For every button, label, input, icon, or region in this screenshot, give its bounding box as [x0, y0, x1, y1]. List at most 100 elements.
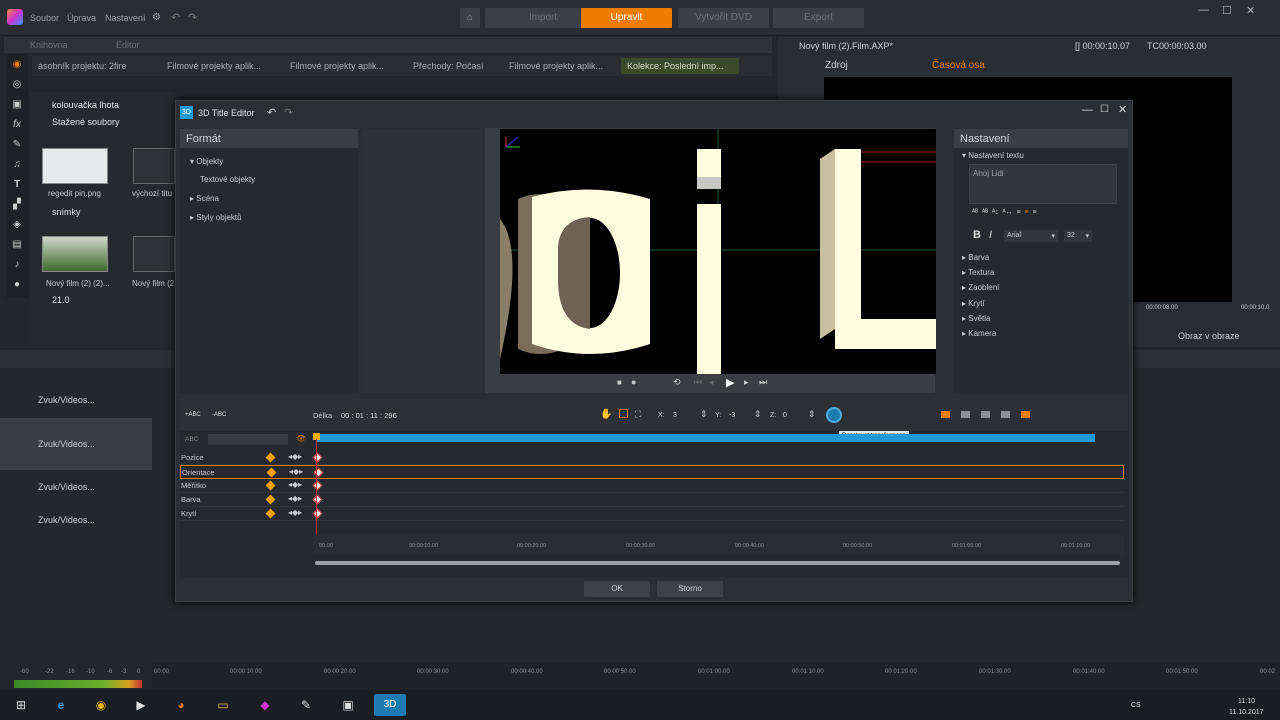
keyframe-nav-icon[interactable]: ◂◆▸: [288, 480, 302, 489]
remove-text-button[interactable]: -ABC: [212, 412, 226, 418]
skip-start-icon[interactable]: ⏮: [694, 377, 702, 388]
hand-icon[interactable]: ✋: [600, 409, 612, 420]
text-settings-toggle[interactable]: ▾ Nastavení textu: [962, 151, 1024, 160]
tab-casova-osa[interactable]: Časová osa: [932, 60, 985, 71]
dialog-maximize-button[interactable]: ☐: [1100, 104, 1109, 115]
track-row[interactable]: Měřítko ◂◆▸: [180, 479, 1124, 493]
orange-tool-icon[interactable]: [941, 411, 950, 418]
start-icon[interactable]: ⊞: [8, 694, 34, 716]
3d-title-app-icon[interactable]: 3D: [374, 694, 406, 716]
layer-tool3-icon[interactable]: [1001, 411, 1010, 418]
keyframe-diamond[interactable]: [265, 508, 276, 519]
scale-icon[interactable]: ⛶: [635, 409, 641, 420]
uppercase-icon[interactable]: ᴬᴮ: [972, 209, 978, 216]
text-icon[interactable]: T: [11, 179, 23, 191]
doc-tab-0[interactable]: ásobník projektu: 2fire: [32, 58, 150, 74]
tab-zdroj[interactable]: Zdroj: [825, 60, 848, 71]
doc-tab-1[interactable]: Filmové projekty aplik...: [161, 58, 279, 74]
align-right-icon[interactable]: ≡: [1033, 209, 1037, 216]
disc2-icon[interactable]: ●: [11, 279, 23, 291]
dialog-minimize-button[interactable]: —: [1082, 104, 1093, 116]
montage-icon[interactable]: ▞: [11, 199, 23, 211]
tab-export[interactable]: Export: [773, 8, 864, 28]
layer-tool4-icon[interactable]: [1021, 411, 1030, 418]
close-button[interactable]: ✕: [1246, 4, 1255, 17]
photo-icon[interactable]: ▣: [11, 99, 23, 111]
track-header[interactable]: Zvuk/Videos...: [0, 473, 152, 503]
tab-editor[interactable]: Editor: [116, 40, 140, 50]
screen-icon[interactable]: ▣: [335, 694, 361, 716]
step-back-icon[interactable]: ◂: [709, 377, 714, 388]
italic-button[interactable]: I: [989, 229, 992, 241]
font-select[interactable]: Arial ▾: [1004, 230, 1058, 242]
menu-uprava[interactable]: Úprava: [67, 13, 96, 23]
preview-canvas[interactable]: [500, 129, 936, 374]
keyframe[interactable]: [312, 494, 323, 505]
media-icon[interactable]: ▶: [128, 694, 154, 716]
track-row-selected[interactable]: Orientace ◂◆▸: [180, 465, 1124, 479]
paint-icon[interactable]: ✎: [293, 694, 319, 716]
tab-vytvorit-dvd[interactable]: Vytvořit DVD: [678, 8, 769, 28]
keyframe-nav-icon[interactable]: ◂◆▸: [288, 494, 302, 503]
thumbnail-regedit[interactable]: [42, 148, 108, 184]
audio-icon[interactable]: ♪: [11, 259, 23, 271]
keyframe-nav-icon[interactable]: ◂◆▸: [288, 452, 302, 461]
y-field[interactable]: -3: [729, 412, 735, 419]
disc-icon[interactable]: ◎: [11, 79, 23, 91]
keyframe-diamond[interactable]: [266, 467, 277, 478]
timeline-scrollbar[interactable]: [315, 561, 1120, 565]
track-header[interactable]: Zvuk/Videos...: [0, 386, 152, 416]
nav-icon[interactable]: ◉: [11, 59, 23, 71]
format-scena[interactable]: ▸ Scéna: [190, 194, 219, 203]
doc-tab-3[interactable]: Přechody: Počasí: [407, 58, 503, 74]
keyframe[interactable]: [312, 480, 323, 491]
clock-time[interactable]: 11:10: [1238, 698, 1255, 705]
settings-icon[interactable]: ⚙: [152, 12, 161, 23]
skip-end-icon[interactable]: ⏭: [759, 377, 767, 388]
play-icon[interactable]: ▶: [726, 376, 734, 389]
thumbnail-film[interactable]: [42, 236, 108, 272]
doc-tab-5[interactable]: Kolekce: Poslední imp...: [621, 58, 739, 74]
track-row[interactable]: Barva ◂◆▸: [180, 493, 1124, 507]
track-header[interactable]: Zvuk/Videos...: [0, 506, 152, 536]
reset-transform-button[interactable]: [826, 407, 842, 423]
layer-row[interactable]: ABC 👁: [180, 433, 1124, 447]
effect-icon[interactable]: ◈: [11, 219, 23, 231]
superscript-icon[interactable]: ᴬ↕: [992, 209, 999, 216]
keyframe-nav-icon[interactable]: ◂◆▸: [289, 467, 303, 476]
layer-tool-icon[interactable]: [961, 411, 970, 418]
setting-kamera[interactable]: ▸ Kamera: [962, 329, 996, 338]
minimize-button[interactable]: —: [1198, 4, 1209, 16]
y-spinner-icon[interactable]: ⇕: [754, 409, 762, 420]
pinnacle-icon[interactable]: ◆: [252, 694, 278, 716]
keyframe-diamond[interactable]: [265, 494, 276, 505]
language-indicator[interactable]: CS: [1131, 702, 1141, 709]
keyframe-diamond[interactable]: [265, 452, 276, 463]
section-21[interactable]: 21.0: [52, 295, 70, 305]
align-center-icon[interactable]: ≡: [1025, 209, 1029, 216]
text-input[interactable]: Ahoj Lidi: [969, 164, 1117, 204]
clock-date[interactable]: 11.10.2017: [1229, 709, 1264, 716]
align-left-icon[interactable]: ≡: [1017, 209, 1021, 216]
tab-library[interactable]: Knihovna: [30, 40, 68, 50]
font-size-select[interactable]: 32 ▾: [1064, 230, 1092, 242]
pip-button[interactable]: Obraz v obraze: [1178, 331, 1240, 341]
redo-icon[interactable]: ↷: [188, 11, 197, 24]
section-snimky[interactable]: snímky: [52, 207, 81, 217]
x-field[interactable]: 3: [673, 412, 677, 419]
format-styly[interactable]: ▸ Styly objektů: [190, 213, 242, 222]
setting-zaobleni[interactable]: ▸ Zaoblení: [962, 283, 999, 292]
menu-nastaveni[interactable]: Nastavení: [105, 13, 146, 23]
layer-tool2-icon[interactable]: [981, 411, 990, 418]
undo-icon[interactable]: ↶: [171, 11, 180, 24]
dialog-close-button[interactable]: ✕: [1118, 103, 1127, 116]
bold-button[interactable]: B: [973, 229, 981, 241]
setting-kryti[interactable]: ▸ Krytí: [962, 299, 985, 308]
clip-bar[interactable]: [317, 434, 1095, 442]
doc-tab-2[interactable]: Filmové projekty aplik...: [284, 58, 402, 74]
lowercase-icon[interactable]: ᴬᴮ: [982, 209, 988, 216]
ok-button[interactable]: OK: [584, 581, 650, 597]
setting-textura[interactable]: ▸ Textura: [962, 268, 994, 277]
step-forward-icon[interactable]: ▸: [744, 377, 749, 388]
fx-icon[interactable]: fx: [11, 119, 23, 131]
